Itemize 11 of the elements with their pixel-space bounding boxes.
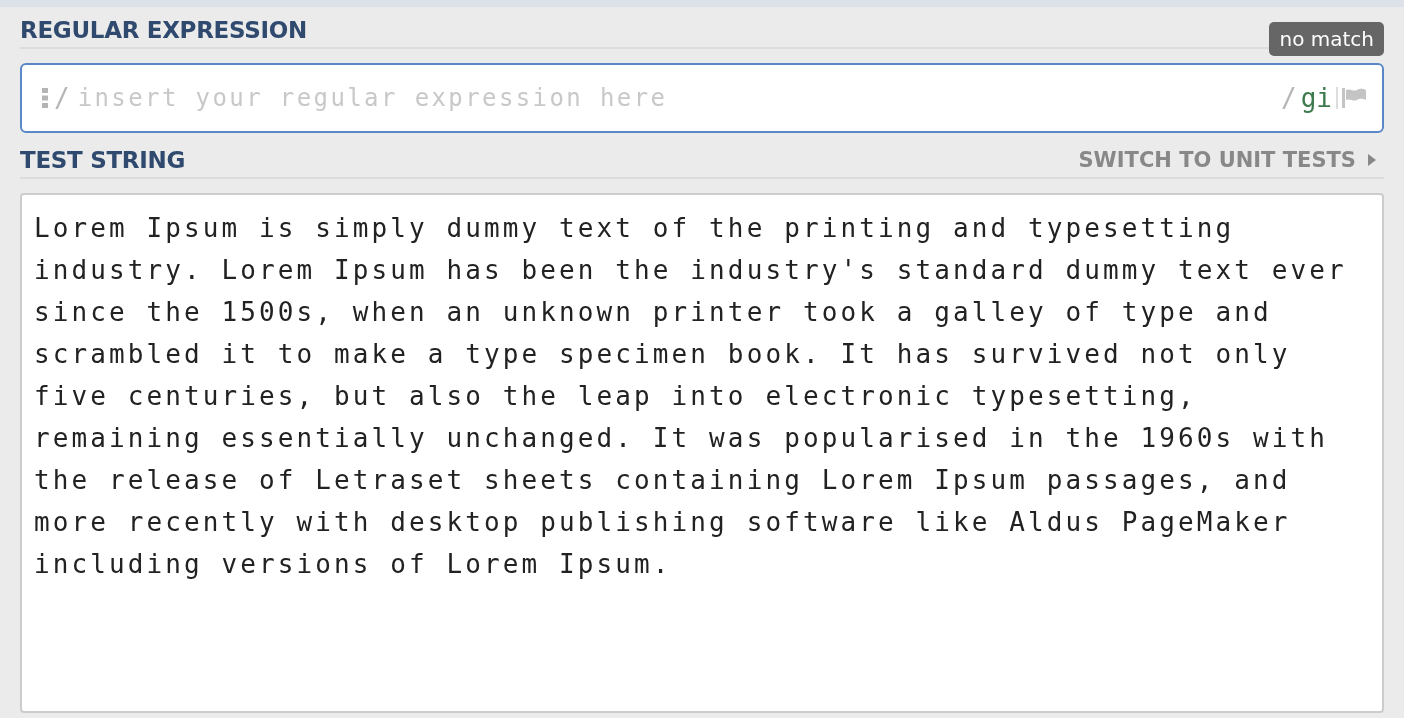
flags-button[interactable]: gi xyxy=(1300,83,1332,113)
delimiter: / xyxy=(1281,83,1297,113)
caret-icon[interactable] xyxy=(1368,154,1376,166)
section-title: REGULAR EXPRESSION xyxy=(20,17,307,43)
section-title: TEST STRING xyxy=(20,147,185,173)
drag-handle-icon[interactable] xyxy=(42,88,48,108)
flag-icon[interactable] xyxy=(1342,88,1366,108)
test-string-area[interactable]: Lorem Ipsum is simply dummy text of the printing and typesetting industry. Lorem Ipsum has been the industry's standard dummy text ever since the 1500s, when an unknown printer took a galley of type and scrambled it to make a type specimen book. It has survived not only five centuries, but also the leap into electronic typesetting, remaining essentially unchanged. It was popularised in the 1960s with the release of Letraset sheets containing Lorem Ipsum passages, and more recently with desktop publishing software like Aldus PageMaker including versions of Lorem Ipsum. xyxy=(20,193,1384,713)
delimiter: / xyxy=(54,83,70,113)
match-status-badge: no match xyxy=(1269,22,1384,56)
switch-link[interactable]: SWITCH TO UNIT TESTS xyxy=(1078,148,1384,172)
